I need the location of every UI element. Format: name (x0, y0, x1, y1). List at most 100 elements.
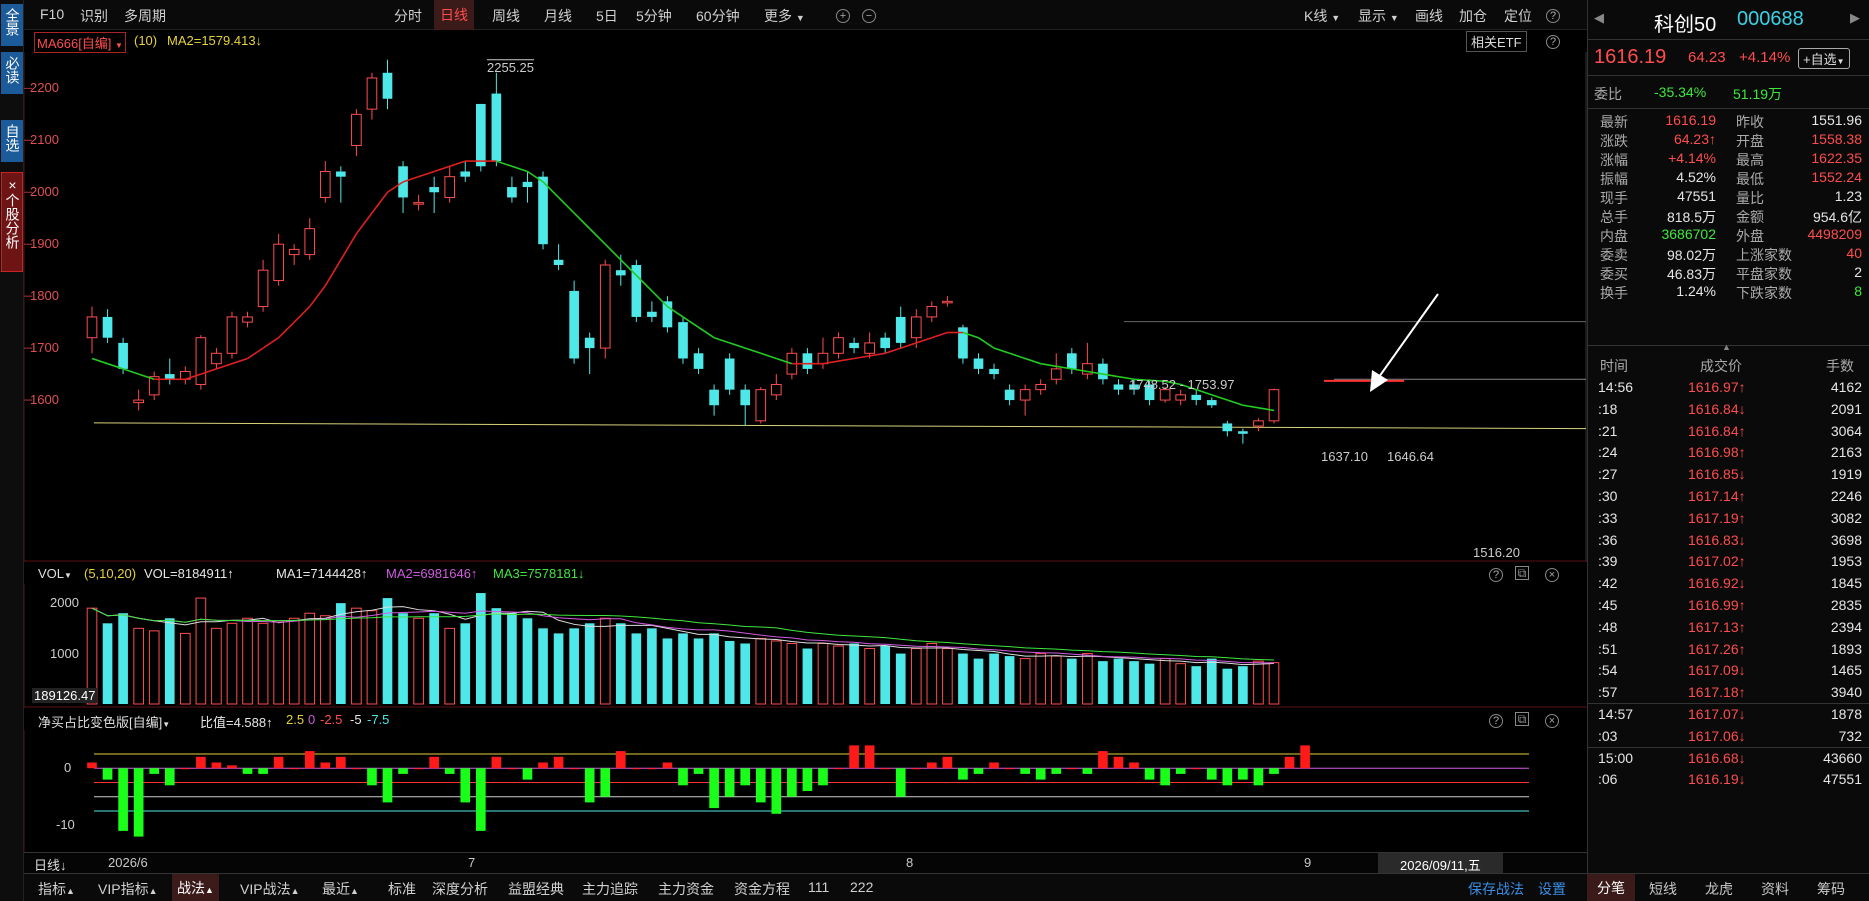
net-bar (413, 768, 424, 770)
net-bar (180, 768, 191, 770)
tab-short[interactable]: 短线 (1649, 879, 1677, 899)
divider (1588, 108, 1869, 109)
related-etf-button[interactable]: 相关ETF (1466, 31, 1527, 52)
price-tick-label: 2000 (30, 184, 59, 200)
ma-indicator-selector[interactable]: MA666[自编] ▼ (34, 32, 126, 53)
volume-chart[interactable] (24, 584, 1587, 708)
net-bar (367, 768, 377, 786)
indicators-menu[interactable]: 指标▲ (38, 879, 75, 899)
x-label-sep: 9 (1304, 855, 1312, 870)
display-menu[interactable]: 显示 ▼ (1358, 6, 1399, 26)
zoom-out-icon[interactable]: − (862, 6, 876, 23)
tick-price: 1617.26↑ (1688, 640, 1746, 657)
recognize-button[interactable]: 识别 (80, 6, 108, 26)
help-icon[interactable]: ? (1489, 712, 1503, 728)
support-line (93, 422, 1587, 430)
tab-daily[interactable]: 日线 (434, 0, 474, 30)
close-icon[interactable]: × (1545, 712, 1559, 728)
tab-dragon-tiger[interactable]: 龙虎 (1705, 879, 1733, 899)
tab-monthly[interactable]: 月线 (544, 6, 572, 26)
add-watch-button[interactable]: +自选▼ (1798, 48, 1850, 69)
tab-chips[interactable]: 筹码 (1817, 879, 1845, 899)
x-label-aug: 8 (906, 855, 914, 870)
locate-button[interactable]: 定位 (1504, 6, 1532, 26)
tab-weekly[interactable]: 周线 (492, 6, 520, 26)
sidebar-item-watchlist[interactable]: 自选 (1, 120, 23, 162)
field-value-2: 1.23 (1834, 188, 1862, 204)
standard-button[interactable]: 标准 (388, 879, 416, 899)
level-2-5: 2.5 (286, 712, 305, 727)
window-icon[interactable]: ⧉ (1515, 566, 1529, 580)
settings-button[interactable]: 设置 (1538, 879, 1566, 899)
candle (118, 342, 128, 369)
candle (849, 342, 859, 349)
custom-111-button[interactable]: 111 (808, 879, 829, 895)
help-icon[interactable]: ? (1489, 566, 1503, 582)
tab-intraday[interactable]: 分时 (394, 6, 422, 26)
tab-5min[interactable]: 5分钟 (636, 6, 672, 26)
main-force-track-button[interactable]: 主力追踪 (582, 879, 638, 899)
candle (86, 316, 98, 339)
ma-line (340, 233, 358, 261)
period-selector[interactable]: 日线↓ (34, 855, 67, 874)
collapse-icon[interactable]: ▲ (1722, 342, 1731, 352)
net-bar (87, 762, 97, 769)
sidebar-item-must-read[interactable]: 必读 (1, 52, 23, 94)
f10-button[interactable]: F10 (40, 6, 64, 22)
volume-bar (693, 638, 704, 704)
net-bar (1113, 756, 1124, 769)
custom-222-button[interactable]: 222 (850, 879, 873, 895)
vip-strategy-menu[interactable]: VIP战法▲ (240, 879, 300, 899)
level-neg-2-5: -2.5 (320, 712, 343, 727)
candle (880, 337, 891, 349)
tab-5day[interactable]: 5日 (596, 6, 618, 26)
volume-tick-label: 1000 (50, 645, 79, 661)
volume-bar (1019, 658, 1031, 705)
tick-time: :51 (1598, 640, 1618, 657)
net-bar (584, 768, 595, 803)
tick-row: 14:57 1617.07↓ 1878 (1588, 704, 1869, 726)
net-bar (927, 762, 937, 769)
zoom-in-icon[interactable]: + (836, 6, 850, 23)
ma-param: (10) (134, 33, 158, 48)
fund-equation-button[interactable]: 资金方程 (734, 879, 790, 899)
candlestick-chart[interactable] (24, 52, 1587, 562)
classic-button[interactable]: 益盟经典 (508, 879, 564, 899)
sidebar-item-stock-analysis[interactable]: ×个股分析 (1, 172, 23, 272)
main-force-fund-button[interactable]: 主力资金 (658, 879, 714, 899)
ma-line (589, 228, 606, 245)
net-bar (740, 768, 751, 786)
volume-bar (1004, 656, 1015, 704)
kline-menu[interactable]: K线 ▼ (1304, 6, 1340, 26)
save-strategy-button[interactable]: 保存战法 (1468, 879, 1524, 899)
tab-profile[interactable]: 资料 (1761, 879, 1789, 899)
vip-indicators-menu[interactable]: VIP指标▲ (98, 879, 158, 899)
multi-period-button[interactable]: 多周期 (124, 6, 166, 26)
net-bar (895, 768, 906, 797)
help-icon[interactable]: ? (1546, 33, 1560, 49)
tab-60min[interactable]: 60分钟 (696, 6, 740, 26)
volume-bar (958, 653, 968, 704)
close-icon[interactable]: × (1545, 566, 1559, 582)
quote-panel: ◀ 科创50 000688 ▶ 1616.19 64.23 +4.14% +自选… (1587, 0, 1869, 901)
deep-analysis-button[interactable]: 深度分析 (432, 879, 488, 899)
net-selector[interactable]: 净买占比变色版[自编]▼ (38, 712, 170, 731)
vol-selector[interactable]: VOL▼ (38, 566, 72, 581)
tab-ticks[interactable]: 分笔 (1587, 874, 1635, 901)
tick-price: 1617.09↓ (1688, 662, 1746, 679)
wecha-value: 51.19万 (1733, 86, 1783, 102)
prev-icon[interactable]: ◀ (1594, 10, 1604, 26)
ma-line (1242, 404, 1259, 409)
add-position-button[interactable]: 加仓 (1459, 6, 1487, 26)
strategy-menu[interactable]: 战法▲ (172, 874, 219, 901)
net-buy-chart[interactable] (24, 730, 1587, 852)
window-icon[interactable]: ⧉ (1515, 712, 1529, 726)
sidebar-item-overview[interactable]: 全景 (1, 4, 23, 46)
draw-button[interactable]: 画线 (1415, 6, 1443, 26)
tab-more[interactable]: 更多 ▼ (764, 6, 805, 26)
help-icon[interactable]: ? (1546, 6, 1560, 23)
recent-menu[interactable]: 最近▲ (322, 879, 359, 899)
field-value: +4.14% (1668, 150, 1716, 166)
tick-row: :21 1616.84↑ 3064 (1588, 421, 1869, 443)
next-icon[interactable]: ▶ (1850, 10, 1860, 26)
